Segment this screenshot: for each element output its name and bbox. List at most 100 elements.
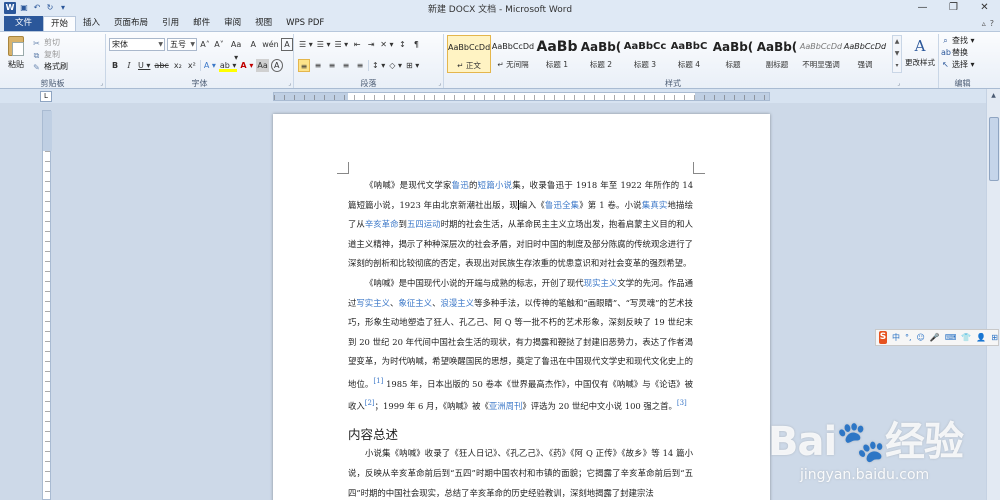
undo-icon[interactable]: ↶ [32,3,42,13]
link-realism[interactable]: 现实主义 [584,278,618,288]
link-luxun[interactable]: 鲁迅 [452,180,469,190]
punctuation-icon[interactable]: °, [905,333,912,342]
tab-home[interactable]: 开始 [43,16,77,31]
shading-button[interactable]: ◇ ▾ [388,59,403,72]
help-icon[interactable]: ? [990,19,994,28]
tab-review[interactable]: 审阅 [217,16,248,31]
tab-selector[interactable]: L [40,91,52,102]
grow-font-button[interactable]: A˄ [199,38,211,51]
section-heading[interactable]: 内容总述 [348,425,693,445]
decrease-indent-button[interactable]: ⇤ [351,38,363,51]
change-styles-button[interactable]: A 更改样式 [903,35,937,68]
link-real[interactable]: 集真实 [642,200,668,210]
sort-button[interactable]: ↕ [396,38,408,51]
font-color-button[interactable]: A ▾ [239,59,254,72]
scroll-thumb[interactable] [989,117,999,181]
replace-button[interactable]: ab 替换 [941,47,975,59]
reference-mark[interactable]: [3] [677,399,687,407]
link-may-fourth[interactable]: 五四运动 [407,219,441,229]
copy-button[interactable]: ⧉ 复制 [32,49,68,61]
highlight-button[interactable]: ab ▾ [218,59,238,72]
change-case-button[interactable]: Aa ▾ [227,38,245,62]
tab-references[interactable]: 引用 [155,16,186,31]
strikethrough-button[interactable]: abc [153,59,169,72]
show-marks-button[interactable]: ¶ [410,38,422,51]
clipboard-launcher-icon[interactable]: ⌟ [100,80,103,87]
styles-launcher-icon[interactable]: ⌟ [897,80,900,87]
tab-wps-pdf[interactable]: WPS PDF [279,16,331,31]
font-size-select[interactable]: 五号 ▼ [167,38,197,51]
toolbox-icon[interactable]: ⊞ [991,333,998,342]
minimize-ribbon-icon[interactable]: ▵ [982,19,986,28]
enclose-char-button[interactable]: A [270,59,283,72]
link-xinhai-revolution[interactable]: 辛亥革命 [365,219,399,229]
save-icon[interactable]: ▣ [19,3,29,13]
tab-file[interactable]: 文件 [4,16,44,31]
italic-button[interactable]: I [123,59,135,72]
line-spacing-button[interactable]: ↕ ▾ [371,59,386,72]
tab-page-layout[interactable]: 页面布局 [107,16,155,31]
microphone-icon[interactable]: 🎤 [930,333,940,342]
ime-mode-toggle[interactable]: 中 [892,332,900,343]
cut-button[interactable]: ✂ 剪切 [32,37,68,49]
subscript-button[interactable]: x₂ [172,59,184,72]
link-realism-writing[interactable]: 写实主义 [356,298,390,308]
horizontal-ruler[interactable] [273,92,770,101]
sogou-logo-icon[interactable]: S [879,331,887,344]
close-button[interactable]: ✕ [969,0,1000,15]
align-left-button[interactable]: ≡ [298,59,310,72]
tab-view[interactable]: 视图 [248,16,279,31]
clear-format-button[interactable]: A [247,38,259,51]
select-button[interactable]: ↖ 选择 ▾ [941,59,974,71]
link-asia-weekly[interactable]: 亚洲周刊 [489,401,523,411]
document-page[interactable]: 《呐喊》是现代文学家鲁迅的短篇小说集，收录鲁迅于 1918 年至 1922 年所… [273,114,770,500]
font-launcher-icon[interactable]: ⌟ [288,80,291,87]
align-right-button[interactable]: ≡ [326,59,338,72]
emoji-icon[interactable]: ☺ [917,333,925,342]
paragraph-launcher-icon[interactable]: ⌟ [438,80,441,87]
tab-mailings[interactable]: 邮件 [186,16,217,31]
format-painter-button[interactable]: ✎ 格式刷 [32,61,68,73]
keyboard-icon[interactable]: ⌨ [945,333,957,342]
tab-insert[interactable]: 插入 [76,16,107,31]
link-short-story[interactable]: 短篇小说 [478,180,513,190]
word-app-icon[interactable]: W [4,1,16,14]
find-button[interactable]: ⌕ 查找 ▾ [941,35,974,47]
align-center-button[interactable]: ≡ [312,59,324,72]
reference-mark[interactable]: [1] [373,377,383,385]
superscript-button[interactable]: x² [186,59,198,72]
font-name-select[interactable]: 宋体 ▼ [109,38,165,51]
char-shading-button[interactable]: Aa [256,59,269,72]
bullets-button[interactable]: ☰ ▾ [298,38,314,51]
justify-button[interactable]: ≡ [340,59,352,72]
distributed-button[interactable]: ≡ [354,59,366,72]
numbering-button[interactable]: ☰ ▾ [316,38,332,51]
link-symbolism[interactable]: 象征主义 [398,298,432,308]
link-complete-works[interactable]: 鲁迅全集 [545,200,579,210]
reference-mark[interactable]: [2] [365,399,375,407]
shrink-font-button[interactable]: A˅ [213,38,225,51]
multilevel-list-button[interactable]: ☰ ▾ [333,38,349,51]
scroll-up-icon[interactable]: ▲ [987,89,1000,102]
customize-icon[interactable]: ▾ [58,3,68,13]
bold-button[interactable]: B [109,59,121,72]
redo-icon[interactable]: ↻ [45,3,55,13]
vertical-ruler[interactable] [42,110,52,500]
user-icon[interactable]: 👤 [976,333,986,342]
paste-button[interactable]: 粘贴 [4,36,28,70]
document-body[interactable]: 《呐喊》是现代文学家鲁迅的短篇小说集，收录鲁迅于 1918 年至 1922 年所… [348,176,693,500]
borders-button[interactable]: ⊞ ▾ [405,59,420,72]
skin-icon[interactable]: 👕 [961,333,971,342]
chinese-layout-button[interactable]: ✕ ▾ [379,38,394,51]
paragraph-3[interactable]: 小说集《呐喊》收录了《狂人日记》、《孔乙己》、《药》《阿 Q 正传》《故乡》等 … [348,444,693,500]
increase-indent-button[interactable]: ⇥ [365,38,377,51]
char-border-button[interactable]: A [281,38,293,51]
paragraph-2[interactable]: 《呐喊》是中国现代小说的开端与成熟的标志，开创了现代现实主义文学的先河。作品通过… [348,274,693,417]
phonetic-guide-button[interactable]: wén [261,38,279,51]
minimize-button[interactable]: — [907,0,938,15]
text-effect-button[interactable]: A ▾ [203,59,217,72]
maximize-button[interactable]: ❐ [938,0,969,15]
underline-button[interactable]: U ▾ [137,59,151,72]
paragraph-1[interactable]: 《呐喊》是现代文学家鲁迅的短篇小说集，收录鲁迅于 1918 年至 1922 年所… [348,176,693,274]
link-romanticism[interactable]: 浪漫主义 [440,298,474,308]
